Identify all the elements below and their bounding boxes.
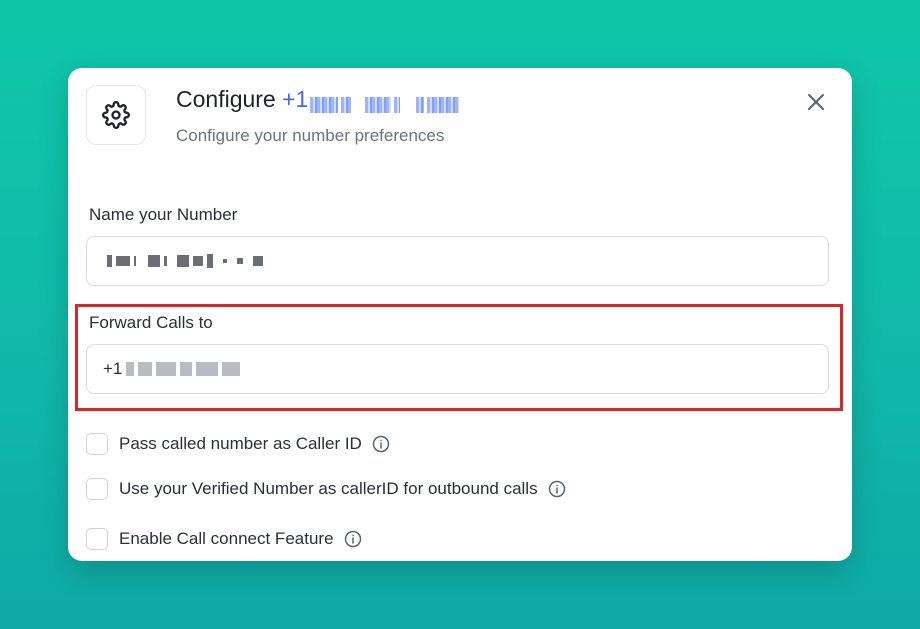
redacted-forward-number <box>126 362 241 376</box>
forward-calls-input[interactable]: +1 <box>86 344 829 394</box>
name-input[interactable] <box>86 236 829 286</box>
name-field-label: Name your Number <box>89 205 238 224</box>
forward-field-label: Forward Calls to <box>89 313 213 332</box>
verified-number-checkbox[interactable] <box>86 478 108 500</box>
option-pass-called-number[interactable]: Pass called number as Caller ID <box>86 433 390 455</box>
option-label: Use your Verified Number as callerID for… <box>119 479 538 498</box>
forward-prefix: +1 <box>103 359 123 378</box>
title-prefix: Configure <box>176 86 276 112</box>
modal-title: Configure +1 <box>176 86 462 113</box>
close-button[interactable] <box>804 90 828 114</box>
call-connect-checkbox[interactable] <box>86 528 108 550</box>
close-icon <box>808 94 824 110</box>
configure-number-modal: Configure +1 Configure your number prefe… <box>68 68 852 561</box>
info-icon[interactable] <box>344 530 362 548</box>
option-label: Pass called number as Caller ID <box>119 434 362 453</box>
gear-icon <box>102 101 130 129</box>
option-call-connect[interactable]: Enable Call connect Feature <box>86 528 362 550</box>
redacted-number <box>310 92 462 113</box>
info-icon[interactable] <box>548 480 566 498</box>
pass-called-number-checkbox[interactable] <box>86 433 108 455</box>
settings-icon-box <box>86 85 146 145</box>
option-verified-number-caller-id[interactable]: Use your Verified Number as callerID for… <box>86 478 566 500</box>
option-label: Enable Call connect Feature <box>119 529 334 548</box>
redacted-name <box>107 254 263 268</box>
info-icon[interactable] <box>372 435 390 453</box>
title-phone-number: +1 <box>282 86 462 113</box>
modal-subtitle: Configure your number preferences <box>176 126 445 145</box>
